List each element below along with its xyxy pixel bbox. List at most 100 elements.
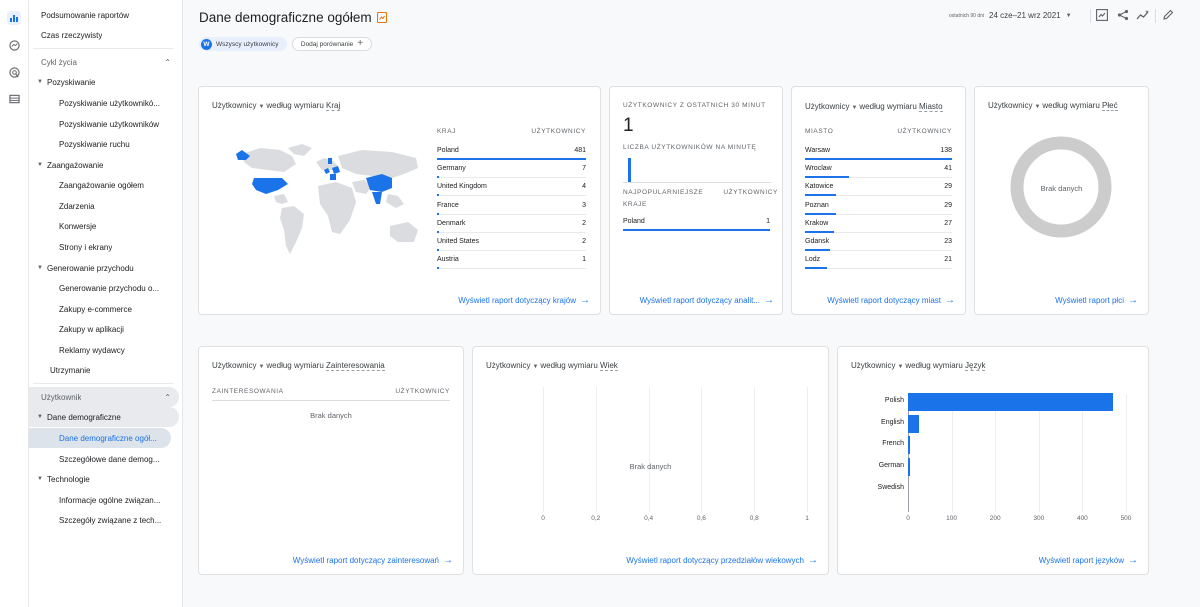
table-row[interactable]: Austria 1 — [437, 251, 586, 270]
share-icon[interactable] — [1117, 9, 1129, 23]
nav-label: Generowanie przychodu — [47, 263, 134, 273]
caret-down-icon: ▼ — [37, 265, 43, 271]
explore-icon[interactable] — [7, 38, 21, 52]
language-bar[interactable] — [908, 436, 910, 455]
table-row[interactable]: Poland 481 — [437, 142, 586, 160]
metric-selector[interactable]: Użytkownicy — [805, 102, 849, 111]
nav-realtime[interactable]: Czas rzeczywisty — [29, 25, 179, 45]
customize-report-icon[interactable] — [1096, 9, 1108, 23]
nav-group-acquisition[interactable]: ▼ Pozyskiwanie — [29, 72, 179, 92]
nav-group-tech[interactable]: ▼ Technologie — [29, 469, 179, 489]
country-card-title[interactable]: Użytkownicy ▼ według wymiaru Kraj — [212, 101, 341, 111]
insights-icon[interactable] — [1136, 9, 1150, 23]
metric-selector[interactable]: Użytkownicy — [486, 361, 530, 370]
metric-selector[interactable]: Użytkownicy — [851, 361, 895, 370]
interests-card-title[interactable]: Użytkownicy ▼ według wymiaru Zainteresowan… — [212, 361, 385, 371]
nav-item-retention[interactable]: Utrzymanie — [29, 360, 179, 380]
language-bar[interactable] — [908, 393, 1113, 411]
table-row[interactable]: Lodz 21 — [805, 251, 952, 270]
table-row[interactable]: Poznan 29 — [805, 197, 952, 215]
nav-item-demographics-overview[interactable]: Dane demograficzne ogół... — [29, 428, 171, 448]
reports-icon[interactable] — [7, 11, 21, 25]
advertising-icon[interactable] — [7, 65, 21, 79]
nav-item-engagement-overview[interactable]: Zaangażowanie ogółem — [29, 175, 179, 195]
dimension-selector[interactable]: Język — [965, 361, 986, 371]
per-minute-bar — [628, 158, 631, 182]
age-report-link[interactable]: Wyświetl raport dotyczący przedziałów wi… — [626, 555, 818, 566]
language-tick-label: 300 — [1033, 515, 1045, 522]
nav-item-monetization-overview[interactable]: Generowanie przychodu o... — [29, 278, 179, 298]
table-row[interactable]: Poland 1 — [623, 213, 770, 231]
table-row[interactable]: Germany 7 — [437, 160, 586, 179]
dimension-selector[interactable]: Płeć — [1102, 101, 1118, 111]
nav-group-demographics[interactable]: ▼ Dane demograficzne — [29, 407, 179, 427]
page-title-row: Dane demograficzne ogółem — [199, 10, 387, 25]
nav-reports-snapshot[interactable]: Podsumowanie raportów — [29, 5, 179, 25]
row-label: Poznan — [805, 201, 829, 209]
edit-pencil-icon[interactable] — [1162, 9, 1174, 23]
add-comparison-button[interactable]: Dodaj porównanie + — [292, 37, 372, 51]
table-row[interactable]: Krakow 27 — [805, 215, 952, 233]
language-tick-label: 400 — [1076, 515, 1088, 522]
language-card-title[interactable]: Użytkownicy ▼ według wymiaru Język — [851, 361, 986, 371]
nav-item-demographic-details[interactable]: Szczegółowe dane demog... — [29, 449, 179, 469]
nav-item-pages-screens[interactable]: Strony i ekrany — [29, 237, 179, 257]
nav-item-in-app-purchases[interactable]: Zakupy w aplikacji — [29, 319, 179, 339]
nav-section-lifecycle[interactable]: Cykl życia ⌃ — [29, 52, 179, 72]
interests-report-link[interactable]: Wyświetl raport dotyczący zainteresowań → — [293, 555, 453, 566]
nav-group-engagement[interactable]: ▼ Zaangażowanie — [29, 155, 179, 175]
row-label: Wroclaw — [805, 165, 832, 173]
nav-item-user-acquisition[interactable]: Pozyskiwanie użytkowników — [29, 114, 179, 134]
language-card: Użytkownicy ▼ według wymiaru Język 0 100 200… — [837, 346, 1149, 575]
comparison-chip-all-users[interactable]: W Wszyscy użytkownicy — [199, 37, 287, 51]
realtime-report-link[interactable]: Wyświetl raport dotyczący analit... → — [640, 295, 774, 306]
table-row[interactable]: United States 2 — [437, 233, 586, 251]
nav-item-conversions[interactable]: Konwersje — [29, 216, 179, 236]
age-card-title[interactable]: Użytkownicy ▼ według wymiaru Wiek — [486, 361, 618, 371]
age-tick-label: 0,2 — [591, 515, 601, 522]
country-report-link[interactable]: Wyświetl raport dotyczący krajów → — [458, 295, 590, 306]
by-dimension-label: według wymiaru — [859, 102, 917, 111]
gender-card-title[interactable]: Użytkownicy ▼ według wymiaru Płeć — [988, 101, 1118, 111]
nav-divider — [33, 383, 173, 384]
dimension-selector[interactable]: Zainteresowania — [326, 361, 385, 371]
table-row[interactable]: Denmark 2 — [437, 215, 586, 233]
row-value: 1 — [766, 218, 770, 225]
arrow-right-icon: → — [1128, 555, 1138, 566]
table-row[interactable]: France 3 — [437, 197, 586, 215]
city-card-title[interactable]: Użytkownicy ▼ według wymiaru Miasto — [805, 101, 945, 114]
nav-item-user-acquisition-overview[interactable]: Pozyskiwanie użytkownikó... — [29, 93, 179, 113]
language-bar[interactable] — [908, 414, 919, 433]
dimension-selector[interactable]: Kraj — [326, 101, 341, 111]
table-row[interactable]: Wroclaw 41 — [805, 160, 952, 179]
row-label: Poland — [623, 218, 645, 225]
metric-selector[interactable]: Użytkownicy — [212, 361, 256, 370]
dimension-selector[interactable]: Miasto — [919, 102, 943, 112]
nav-item-tech-overview[interactable]: Informacje ogólne związan... — [29, 490, 179, 510]
nav-item-tech-details[interactable]: Szczegóły związane z tech... — [29, 510, 179, 530]
language-report-link[interactable]: Wyświetl raport języków → — [1039, 555, 1138, 566]
metric-selector[interactable]: Użytkownicy — [988, 101, 1032, 110]
nav-item-traffic-acquisition[interactable]: Pozyskiwanie ruchu — [29, 134, 179, 154]
nav-group-monetization[interactable]: ▼ Generowanie przychodu — [29, 258, 179, 278]
configure-icon[interactable] — [7, 92, 21, 106]
city-report-link[interactable]: Wyświetl raport dotyczący miast → — [827, 295, 955, 306]
date-range-picker[interactable]: ostatnich 90 dni 24 cze–21 wrz 2021 ▼ — [949, 11, 1072, 20]
report-edit-icon[interactable] — [376, 12, 387, 23]
nav-section-user[interactable]: Użytkownik ⌃ — [29, 387, 179, 407]
table-row[interactable]: Katowice 29 — [805, 178, 952, 197]
nav-item-publisher-ads[interactable]: Reklamy wydawcy — [29, 340, 179, 360]
language-bar[interactable] — [908, 458, 910, 477]
row-label: Germany — [437, 165, 466, 173]
metric-selector[interactable]: Użytkownicy — [212, 101, 256, 110]
row-value: 27 — [944, 219, 952, 227]
table-row[interactable]: United Kingdom 4 — [437, 178, 586, 197]
gender-report-link[interactable]: Wyświetl raport płci → — [1055, 295, 1138, 306]
nav-item-ecommerce-purchases[interactable]: Zakupy e-commerce — [29, 299, 179, 319]
table-row[interactable]: Warsaw 138 — [805, 142, 952, 160]
nav-item-events[interactable]: Zdarzenia — [29, 196, 179, 216]
row-label: Poland — [437, 147, 459, 154]
users-col-header: UŻYTKOWNICY — [531, 128, 586, 135]
table-row[interactable]: Gdansk 23 — [805, 233, 952, 251]
dimension-selector[interactable]: Wiek — [600, 361, 618, 371]
